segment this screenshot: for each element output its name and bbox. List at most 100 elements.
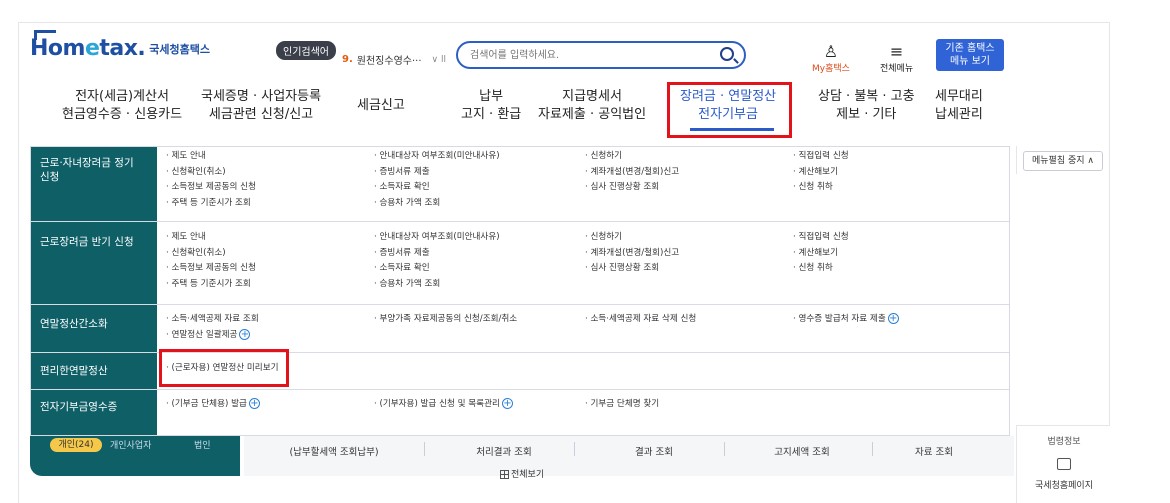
section-title-line1: 연말정산간소화 [40, 318, 108, 330]
plus-circle-icon[interactable]: + [501, 398, 513, 409]
my-hometax-button[interactable]: ♙ My홈택스 [812, 43, 850, 75]
highlight-box-preview [159, 349, 289, 387]
user-type-card: 개인(24) 개인사업자 법인 [30, 436, 240, 476]
menu-link[interactable]: · 신청하기 [585, 149, 679, 165]
menu-link[interactable]: · 승용차 가액 조회 [374, 196, 500, 212]
menu-link[interactable]: · 소득정보 제공동의 신청 [166, 261, 256, 277]
menu-link[interactable]: · 심사 진행상황 조회 [585, 180, 679, 196]
gnb-item-certificate[interactable]: 국세증명 · 사업자등록 세금관련 신청/신고 [201, 88, 321, 124]
menu-link[interactable]: · 증빙서류 제출 [374, 165, 500, 181]
section-title-line1: 근로·자녀장려금 정기 [40, 157, 134, 169]
gnb-line2: 현금영수증 · 신용카드 [62, 107, 183, 122]
menu-link[interactable]: · 승용차 가액 조회 [374, 277, 500, 293]
menu-link[interactable]: · 심사 진행상황 조회 [585, 261, 679, 277]
menu-link-with-plus[interactable]: · 영수증 발급처 자료 제출 + [793, 312, 899, 328]
menu-link[interactable]: · 제도 안내 [166, 149, 256, 165]
personal-business-tab[interactable]: 개인사업자 [110, 438, 151, 451]
menu-link[interactable]: · (기부금 단체용) 발급 [166, 399, 247, 409]
section-title-incentive-half[interactable]: 근로장려금 반기 신청 [31, 235, 157, 249]
corporation-tab[interactable]: 법인 [194, 438, 211, 451]
menu-link[interactable]: · 계좌개설(변경/철회)신고 [585, 165, 679, 181]
menu-link[interactable]: · 증빙서류 제출 [374, 246, 500, 262]
menu-link[interactable]: · 안내대상자 여부조회(미안내사유) [374, 149, 500, 165]
law-info-link[interactable]: 법령정보 [1017, 434, 1111, 447]
menu-link[interactable]: · (기부자용) 발급 신청 및 목록관리 [374, 399, 500, 409]
gnb-line2: 세금관련 신청/신고 [208, 107, 314, 122]
all-menu-label: 전체메뉴 [880, 64, 914, 74]
divider [424, 442, 425, 456]
menu-link[interactable]: · 소득자료 확인 [374, 261, 500, 277]
logo-sub: 국세청홈택스 [149, 43, 211, 56]
plus-circle-icon[interactable]: + [887, 313, 899, 324]
gnb-item-einvoice[interactable]: 전자(세금)계산서 현금영수증 · 신용카드 [62, 88, 182, 124]
menu-link[interactable]: · 직접입력 신청 [793, 230, 849, 246]
row-divider [31, 304, 1009, 305]
search-icon[interactable] [720, 47, 734, 61]
section-title-yearend-simple[interactable]: 연말정산간소화 [31, 317, 157, 331]
all-menu-button[interactable]: ≡ 전체메뉴 [880, 43, 914, 75]
menu-link[interactable]: · 주택 등 기준시가 조회 [166, 277, 256, 293]
menu-link-with-plus[interactable]: · (기부자용) 발급 신청 및 목록관리 + [374, 397, 513, 413]
house-roof-icon [34, 30, 56, 40]
legacy-btn-line2: 메뉴 보기 [950, 56, 990, 67]
section-title-donation-receipt[interactable]: 전자기부금영수증 [31, 400, 157, 414]
gnb-item-payment[interactable]: 납부 고지 · 환급 [461, 88, 521, 124]
gnb-item-tax-report[interactable]: 세금신고 [357, 97, 405, 115]
menu-link[interactable]: · 제도 안내 [166, 230, 256, 246]
gnb-line1: 세금신고 [357, 98, 405, 113]
quick-menu-item[interactable]: (납부할세액 조회납부) [264, 444, 404, 458]
section-title-convenient-yearend[interactable]: 편리한연말정산 [31, 364, 157, 378]
menu-col: · (기부금 단체용) 발급 + [166, 397, 260, 413]
popular-search-item[interactable]: 9. 원천징수영수··· ∨ ll [342, 52, 446, 67]
menu-col: · 직접입력 신청 · 계산해보기 · 신청 취하 [793, 230, 849, 277]
popular-search-label: 인기검색어 [276, 41, 336, 60]
section-title-incentive-regular[interactable]: 근로·자녀장려금 정기 신청 [31, 156, 157, 184]
menu-link[interactable]: · 신청 취하 [793, 261, 849, 277]
menu-link[interactable]: · 소득자료 확인 [374, 180, 500, 196]
menu-col: · 신청하기 · 계좌개설(변경/철회)신고 · 심사 진행상황 조회 [585, 149, 679, 196]
menu-link[interactable]: · 계산해보기 [793, 165, 849, 181]
menu-link[interactable]: · 직접입력 신청 [793, 149, 849, 165]
quick-menu-item[interactable]: 고지세액 조회 [732, 444, 872, 458]
popular-term[interactable]: 원천징수영수··· [357, 52, 422, 67]
legacy-menu-button[interactable]: 기존 홈택스 메뉴 보기 [936, 39, 1004, 71]
menu-link[interactable]: · 소득정보 제공동의 신청 [166, 180, 256, 196]
quick-menu-item[interactable]: 자료 조회 [864, 444, 1004, 458]
menu-link-with-plus[interactable]: · 연말정산 일괄제공 + [166, 328, 259, 344]
quick-menu-item[interactable]: 결과 조회 [584, 444, 724, 458]
menu-link[interactable]: · 계산해보기 [793, 246, 849, 262]
gnb-item-statement[interactable]: 지급명세서 자료제출 · 공익법인 [538, 88, 646, 124]
gnb-line1: 세무대리 [935, 89, 983, 104]
menu-link[interactable]: · 소득·세액공제 자료 조회 [166, 312, 259, 328]
personal-pill[interactable]: 개인(24) [50, 438, 102, 452]
menu-link[interactable]: · 신청확인(취소) [166, 165, 256, 181]
menu-link[interactable]: · 신청 취하 [793, 180, 849, 196]
menu-link[interactable]: · 주택 등 기준시가 조회 [166, 196, 256, 212]
gnb-line2: 제보 · 기타 [836, 107, 897, 122]
menu-link[interactable]: · 계좌개설(변경/철회)신고 [585, 246, 679, 262]
view-all-button[interactable]: 전체보기 [500, 467, 544, 480]
menu-col: · 제도 안내 · 신청확인(취소) · 소득정보 제공동의 신청 · 주택 등… [166, 149, 256, 211]
menu-link[interactable]: · 연말정산 일괄제공 [166, 330, 237, 340]
gnb-item-consult[interactable]: 상담 · 불복 · 고충 제보 · 기타 [818, 88, 915, 124]
menu-link[interactable]: · 신청확인(취소) [166, 246, 256, 262]
view-all-label: 전체보기 [511, 470, 545, 480]
quick-menu-item[interactable]: 처리결과 조회 [434, 444, 574, 458]
menu-link[interactable]: · 안내대상자 여부조회(미안내사유) [374, 230, 500, 246]
hometax-logo[interactable]: Hometax. 국세청홈택스 [30, 30, 211, 61]
menu-link[interactable]: · 영수증 발급처 자료 제출 [793, 314, 886, 324]
menu-link[interactable]: · 기부금 단체명 찾기 [585, 397, 659, 413]
menu-link[interactable]: · 부양가족 자료제공동의 신청/조회/취소 [374, 312, 517, 328]
gnb-item-agent[interactable]: 세무대리 납세관리 [935, 88, 983, 124]
search-input[interactable] [470, 47, 710, 64]
plus-circle-icon[interactable]: + [239, 328, 251, 340]
menu-link-with-plus[interactable]: · (기부금 단체용) 발급 + [166, 397, 260, 413]
nts-homepage-link[interactable]: 국세청홈페이지 [1017, 478, 1111, 491]
plus-circle-icon[interactable]: + [248, 398, 260, 409]
popular-controls[interactable]: ∨ ll [432, 55, 446, 65]
search-box[interactable] [456, 41, 746, 69]
menu-link[interactable]: · 소득·세액공제 자료 삭제 신청 [585, 312, 696, 328]
gnb-line2: 납세관리 [935, 107, 983, 122]
menu-collapse-button[interactable]: 메뉴펼침 중지 ∧ [1023, 151, 1103, 171]
menu-link[interactable]: · 신청하기 [585, 230, 679, 246]
